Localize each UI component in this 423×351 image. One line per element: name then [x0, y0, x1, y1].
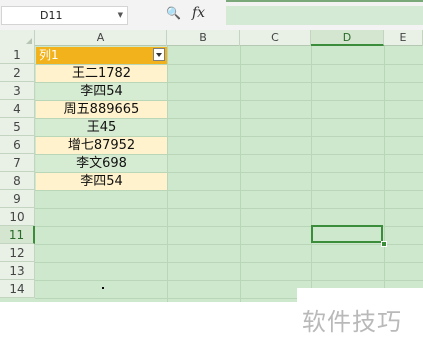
table-cell[interactable]: 增七87952 — [36, 137, 167, 154]
column-header-e[interactable]: E — [384, 30, 423, 46]
gridline — [311, 46, 312, 302]
formula-input[interactable] — [226, 6, 423, 25]
row-header-12[interactable]: 12 — [0, 244, 35, 262]
select-all-corner[interactable] — [0, 30, 35, 46]
column-header-row: A B C D E — [0, 30, 423, 46]
gridline — [35, 208, 423, 209]
table-cell[interactable]: 李四54 — [36, 83, 167, 100]
gridline — [35, 280, 423, 281]
row-header-13[interactable]: 13 — [0, 262, 35, 280]
zoom-icon[interactable]: 🔍 — [166, 6, 181, 20]
selected-cell-d11[interactable] — [311, 225, 383, 243]
table-cell[interactable]: 李文698 — [36, 155, 167, 172]
cursor-dot — [102, 287, 104, 289]
column-header-b[interactable]: B — [167, 30, 240, 46]
table-cell[interactable]: 李四54 — [36, 173, 167, 190]
row-header-1[interactable]: 1 — [0, 46, 35, 64]
gridline — [240, 46, 241, 302]
gridline — [35, 244, 423, 245]
filter-dropdown-icon[interactable] — [153, 48, 165, 61]
formula-bar: D11 ▼ 🔍 fx — [0, 0, 423, 30]
spreadsheet-grid[interactable]: A B C D E 1 2 3 4 5 6 7 8 9 10 11 12 13 … — [0, 30, 423, 302]
table-cell[interactable]: 王45 — [36, 119, 167, 136]
gridline — [35, 262, 423, 263]
row-header-2[interactable]: 2 — [0, 64, 35, 82]
table-header-label: 列1 — [39, 48, 59, 62]
row-header-8[interactable]: 8 — [0, 172, 35, 190]
row-header-7[interactable]: 7 — [0, 154, 35, 172]
column-header-a[interactable]: A — [35, 30, 167, 46]
row-header-5[interactable]: 5 — [0, 118, 35, 136]
column-header-c[interactable]: C — [240, 30, 311, 46]
gridline — [384, 46, 385, 302]
watermark-text: 软件技巧 — [302, 308, 402, 336]
function-icon[interactable]: fx — [192, 5, 205, 21]
table-header-cell[interactable]: 列1 — [36, 47, 167, 64]
formula-bar-accent — [226, 0, 423, 2]
gridline — [167, 46, 168, 302]
row-header-4[interactable]: 4 — [0, 100, 35, 118]
row-header-11[interactable]: 11 — [0, 226, 35, 244]
row-header-3[interactable]: 3 — [0, 82, 35, 100]
fill-handle[interactable] — [381, 241, 387, 247]
name-box[interactable]: D11 ▼ — [1, 6, 128, 25]
gridline — [35, 190, 423, 191]
table-cell[interactable]: 王二1782 — [36, 65, 167, 82]
table-cell[interactable]: 周五889665 — [36, 101, 167, 118]
row-header-14[interactable]: 14 — [0, 280, 35, 298]
name-box-value: D11 — [40, 9, 63, 22]
column-header-d[interactable]: D — [311, 30, 384, 46]
row-header-9[interactable]: 9 — [0, 190, 35, 208]
row-header-6[interactable]: 6 — [0, 136, 35, 154]
row-header-10[interactable]: 10 — [0, 208, 35, 226]
chevron-down-icon[interactable]: ▼ — [118, 7, 123, 24]
